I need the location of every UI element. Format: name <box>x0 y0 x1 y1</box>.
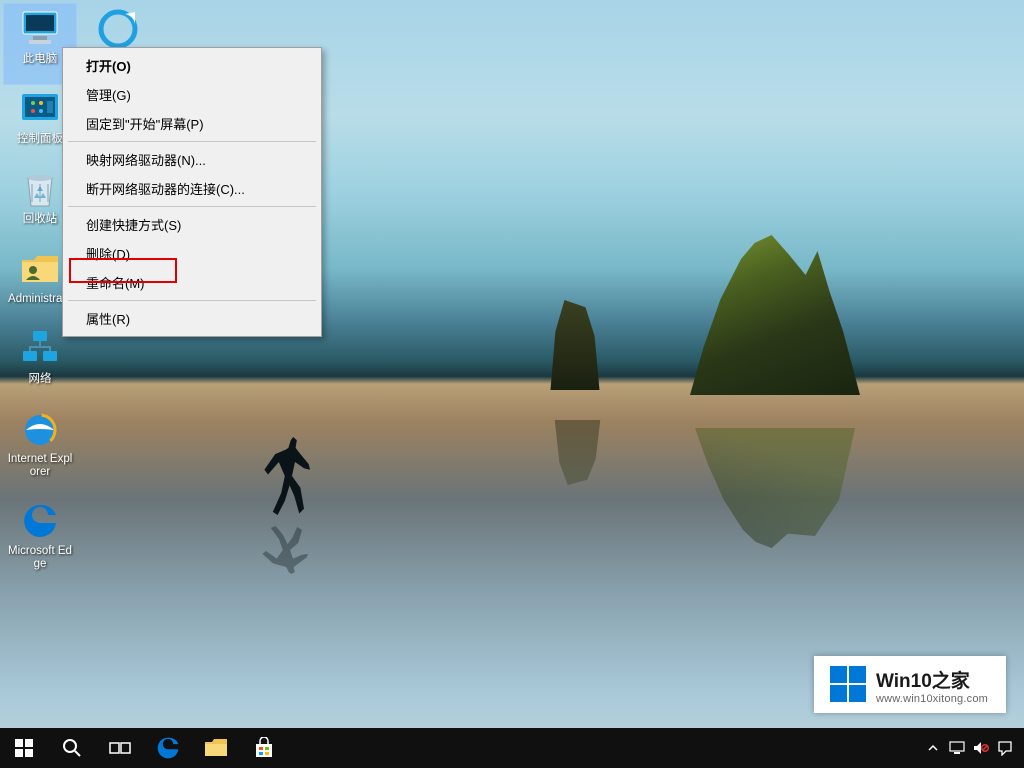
ie-icon <box>19 408 61 450</box>
edge-icon <box>19 500 61 542</box>
menu-manage[interactable]: 管理(G) <box>66 80 318 109</box>
icon-label: Microsoft Edge <box>6 545 74 571</box>
tray-network-icon[interactable] <box>948 739 966 757</box>
recycle-bin-icon <box>19 168 61 210</box>
store-icon <box>253 737 275 759</box>
menu-separator <box>68 206 316 207</box>
taskbar-edge[interactable] <box>144 728 192 768</box>
icon-internet-explorer[interactable]: Internet Explorer <box>4 404 76 496</box>
qq-browser-icon <box>97 8 139 50</box>
search-button[interactable] <box>48 728 96 768</box>
watermark-badge: Win10之家 www.win10xitong.com <box>814 656 1006 713</box>
computer-icon <box>19 8 61 50</box>
taskbar <box>0 728 1024 768</box>
menu-separator <box>68 141 316 142</box>
menu-separator <box>68 300 316 301</box>
icon-label: 网络 <box>6 373 74 386</box>
menu-create-shortcut[interactable]: 创建快捷方式(S) <box>66 210 318 239</box>
taskbar-store[interactable] <box>240 728 288 768</box>
context-menu: 打开(O) 管理(G) 固定到"开始"屏幕(P) 映射网络驱动器(N)... 断… <box>62 47 322 337</box>
desktop[interactable]: 此电脑 控制面板 回收站 Administra... 网络 <box>0 0 1024 768</box>
tray-chevron-up-icon[interactable] <box>924 739 942 757</box>
network-icon <box>19 328 61 370</box>
menu-delete[interactable]: 删除(D) <box>66 239 318 268</box>
control-panel-icon <box>19 88 61 130</box>
system-tray <box>924 728 1018 768</box>
windows-logo-icon <box>830 666 866 702</box>
tray-volume-icon[interactable] <box>972 739 990 757</box>
task-view-icon <box>109 739 131 757</box>
tray-action-center-icon[interactable] <box>996 739 1014 757</box>
watermark-url: www.win10xitong.com <box>876 693 988 705</box>
menu-disconnect-network-drive[interactable]: 断开网络驱动器的连接(C)... <box>66 174 318 203</box>
search-icon <box>62 738 82 758</box>
taskbar-file-explorer[interactable] <box>192 728 240 768</box>
start-button[interactable] <box>0 728 48 768</box>
folder-icon <box>204 738 228 758</box>
folder-user-icon <box>19 248 61 290</box>
menu-map-network-drive[interactable]: 映射网络驱动器(N)... <box>66 145 318 174</box>
menu-pin-to-start[interactable]: 固定到"开始"屏幕(P) <box>66 109 318 138</box>
task-view-button[interactable] <box>96 728 144 768</box>
menu-properties[interactable]: 属性(R) <box>66 304 318 333</box>
icon-label: Internet Explorer <box>6 453 74 479</box>
menu-rename[interactable]: 重命名(M) <box>66 268 318 297</box>
menu-open[interactable]: 打开(O) <box>66 51 318 80</box>
icon-microsoft-edge[interactable]: Microsoft Edge <box>4 496 76 588</box>
windows-logo-icon <box>15 739 33 757</box>
watermark-title: Win10之家 <box>876 666 988 693</box>
edge-icon <box>155 735 181 761</box>
